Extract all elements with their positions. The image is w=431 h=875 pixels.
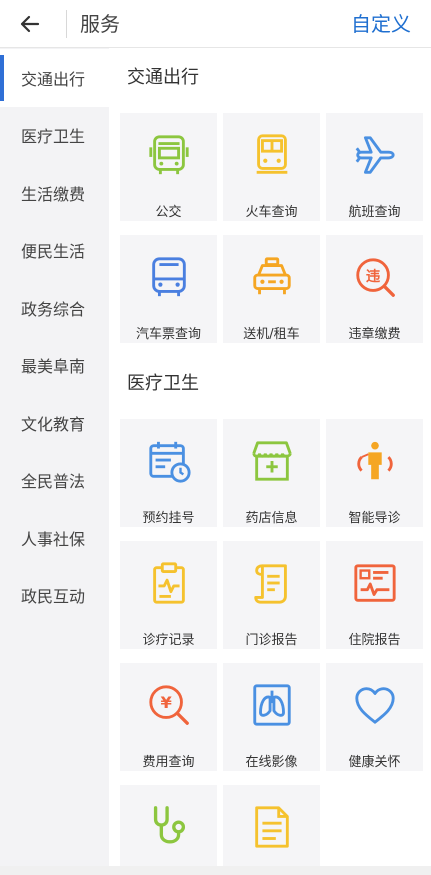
svg-text:¥: ¥ xyxy=(160,693,172,712)
tile-label: 费用查询 xyxy=(142,755,195,770)
sidebar-item-interaction[interactable]: 政民互动 xyxy=(0,567,109,625)
sidebar-item-label: 交通出行 xyxy=(21,69,86,89)
tile-health-care[interactable]: 健康关怀 xyxy=(326,663,423,771)
tile-pharmacy[interactable]: 药店信息 xyxy=(223,419,320,527)
tile-bus[interactable]: 公交 xyxy=(120,113,217,221)
tile-flight[interactable]: 航班查询 xyxy=(326,113,423,221)
sidebar-item-label: 文化教育 xyxy=(21,414,86,434)
tile-online-imaging[interactable]: 在线影像 xyxy=(223,663,320,771)
sidebar-item-government[interactable]: 政务综合 xyxy=(0,279,109,337)
taxi-icon xyxy=(252,257,291,295)
sidebar-item-social-security[interactable]: 人事社保 xyxy=(0,509,109,567)
sidebar-item-label: 最美阜南 xyxy=(21,357,86,377)
tile-coach-ticket[interactable]: 汽车票查询 xyxy=(120,235,217,343)
tile-label: 药店信息 xyxy=(245,511,298,526)
tile-label: 公交 xyxy=(155,205,182,220)
tile-train[interactable]: 火车查询 xyxy=(223,113,320,221)
tile-label: 火车查询 xyxy=(245,205,298,220)
top-bar: 服务 自定义 xyxy=(0,0,431,48)
service-content: 交通出行 公交 火车查询 航班查询 汽车票查询 送机/租车 违 违章缴费 医疗卫… xyxy=(109,48,431,866)
tile-label: 健康关怀 xyxy=(348,755,401,770)
tile-label: 送机/租车 xyxy=(243,327,300,342)
tile-taxi[interactable]: 送机/租车 xyxy=(223,235,320,343)
airplane-icon xyxy=(355,136,395,174)
arrow-left-icon xyxy=(20,15,40,33)
coach-icon xyxy=(151,257,186,297)
sidebar-item-label: 政务综合 xyxy=(21,299,86,319)
tile-stethoscope[interactable] xyxy=(120,785,217,866)
tile-label: 违章缴费 xyxy=(348,327,401,342)
bottom-edge xyxy=(0,866,431,875)
sidebar-item-label: 人事社保 xyxy=(21,529,86,549)
tile-treatment-record[interactable]: 诊疗记录 xyxy=(120,541,217,649)
tile-outpatient-report[interactable]: 门诊报告 xyxy=(223,541,320,649)
sidebar-item-bills[interactable]: 生活缴费 xyxy=(0,164,109,222)
stethoscope-icon xyxy=(153,806,185,844)
pharmacy-icon xyxy=(251,441,292,481)
tile-cost-query[interactable]: ¥ 费用查询 xyxy=(120,663,217,771)
tile-inpatient-report[interactable]: 住院报告 xyxy=(326,541,423,649)
tile-label: 住院报告 xyxy=(348,633,401,648)
page-title: 服务 xyxy=(80,12,120,36)
clipboard-pulse-icon xyxy=(152,562,185,604)
tile-label: 智能导诊 xyxy=(348,511,401,526)
sidebar-item-law[interactable]: 全民普法 xyxy=(0,452,109,510)
guide-person-icon xyxy=(356,441,393,480)
sidebar-item-traffic[interactable]: 交通出行 xyxy=(0,49,109,107)
sidebar-item-funan[interactable]: 最美阜南 xyxy=(0,337,109,395)
sidebar-item-convenience[interactable]: 便民生活 xyxy=(0,222,109,280)
traffic-grid: 公交 火车查询 航班查询 汽车票查询 送机/租车 违 违章缴费 xyxy=(109,113,431,343)
scroll-report-icon xyxy=(253,564,287,604)
sidebar-item-label: 生活缴费 xyxy=(21,184,86,204)
yuan-search-icon: ¥ xyxy=(148,685,189,725)
tile-document[interactable] xyxy=(223,785,320,866)
category-sidebar: 交通出行 医疗卫生 生活缴费 便民生活 政务综合 最美阜南 文化教育 全民普法 … xyxy=(0,48,109,866)
tile-label: 在线影像 xyxy=(245,755,298,770)
sidebar-item-medical[interactable]: 医疗卫生 xyxy=(0,107,109,165)
bus-icon xyxy=(148,135,189,175)
heart-icon xyxy=(354,687,395,724)
section-title-medical: 医疗卫生 xyxy=(127,373,199,394)
hospital-report-icon xyxy=(353,564,396,602)
medical-grid: 预约挂号 药店信息 智能导诊 诊疗记录 门诊报告 住院报告 ¥ 费用查询 在线影… xyxy=(109,419,431,866)
tile-label: 航班查询 xyxy=(348,205,401,220)
sidebar-item-label: 政民互动 xyxy=(21,587,86,607)
header-divider xyxy=(66,10,67,38)
sidebar-item-label: 医疗卫生 xyxy=(21,127,86,147)
sidebar-item-education[interactable]: 文化教育 xyxy=(0,394,109,452)
tile-label: 门诊报告 xyxy=(245,633,298,648)
sidebar-item-label: 全民普法 xyxy=(21,472,86,492)
tile-smart-guide[interactable]: 智能导诊 xyxy=(326,419,423,527)
svg-text:违: 违 xyxy=(365,268,380,285)
back-button[interactable] xyxy=(14,8,46,40)
violation-icon: 违 xyxy=(355,258,395,297)
train-icon xyxy=(256,134,287,174)
document-icon xyxy=(254,806,289,848)
tile-label: 汽车票查询 xyxy=(135,327,201,342)
xray-icon xyxy=(252,684,291,726)
calendar-clock-icon xyxy=(148,441,191,483)
tile-appointment[interactable]: 预约挂号 xyxy=(120,419,217,527)
tile-label: 预约挂号 xyxy=(142,511,195,526)
section-title-traffic: 交通出行 xyxy=(127,67,199,88)
sidebar-item-label: 便民生活 xyxy=(21,242,86,262)
tile-label: 诊疗记录 xyxy=(142,633,195,648)
customize-button[interactable]: 自定义 xyxy=(351,10,411,38)
tile-violation[interactable]: 违 违章缴费 xyxy=(326,235,423,343)
